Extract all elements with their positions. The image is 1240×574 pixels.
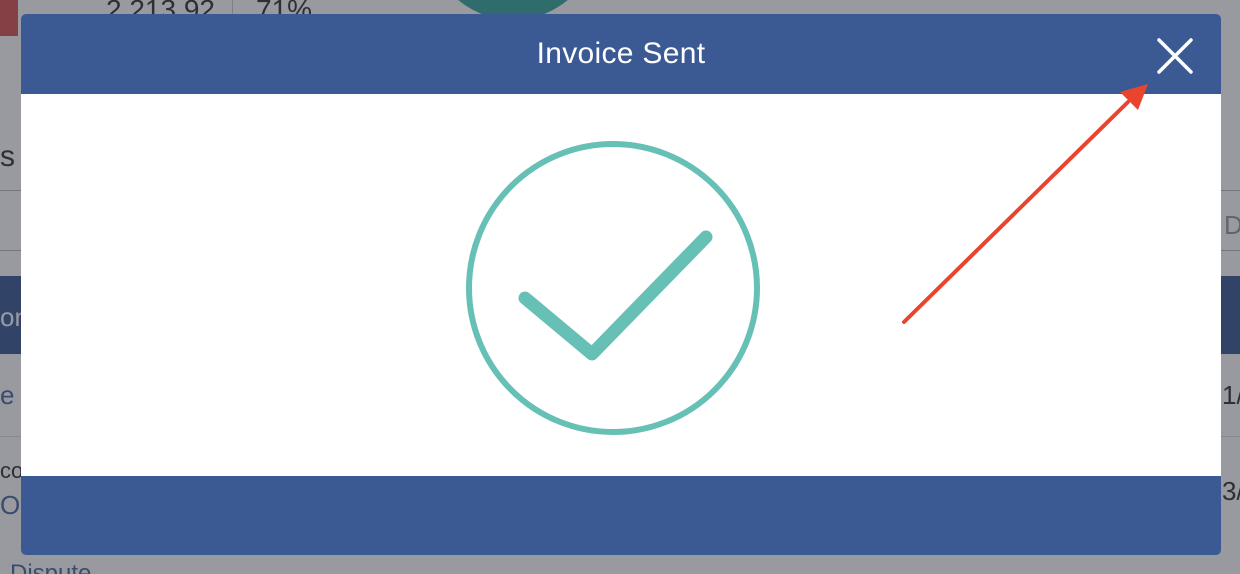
invoice-sent-modal: Invoice Sent — [21, 14, 1221, 555]
close-button[interactable] — [1151, 34, 1199, 78]
modal-body — [21, 94, 1221, 476]
modal-header: Invoice Sent — [21, 14, 1221, 94]
modal-footer — [21, 476, 1221, 555]
modal-title: Invoice Sent — [536, 37, 706, 70]
close-x-icon — [1157, 38, 1193, 74]
check-circle-icon — [466, 141, 760, 435]
